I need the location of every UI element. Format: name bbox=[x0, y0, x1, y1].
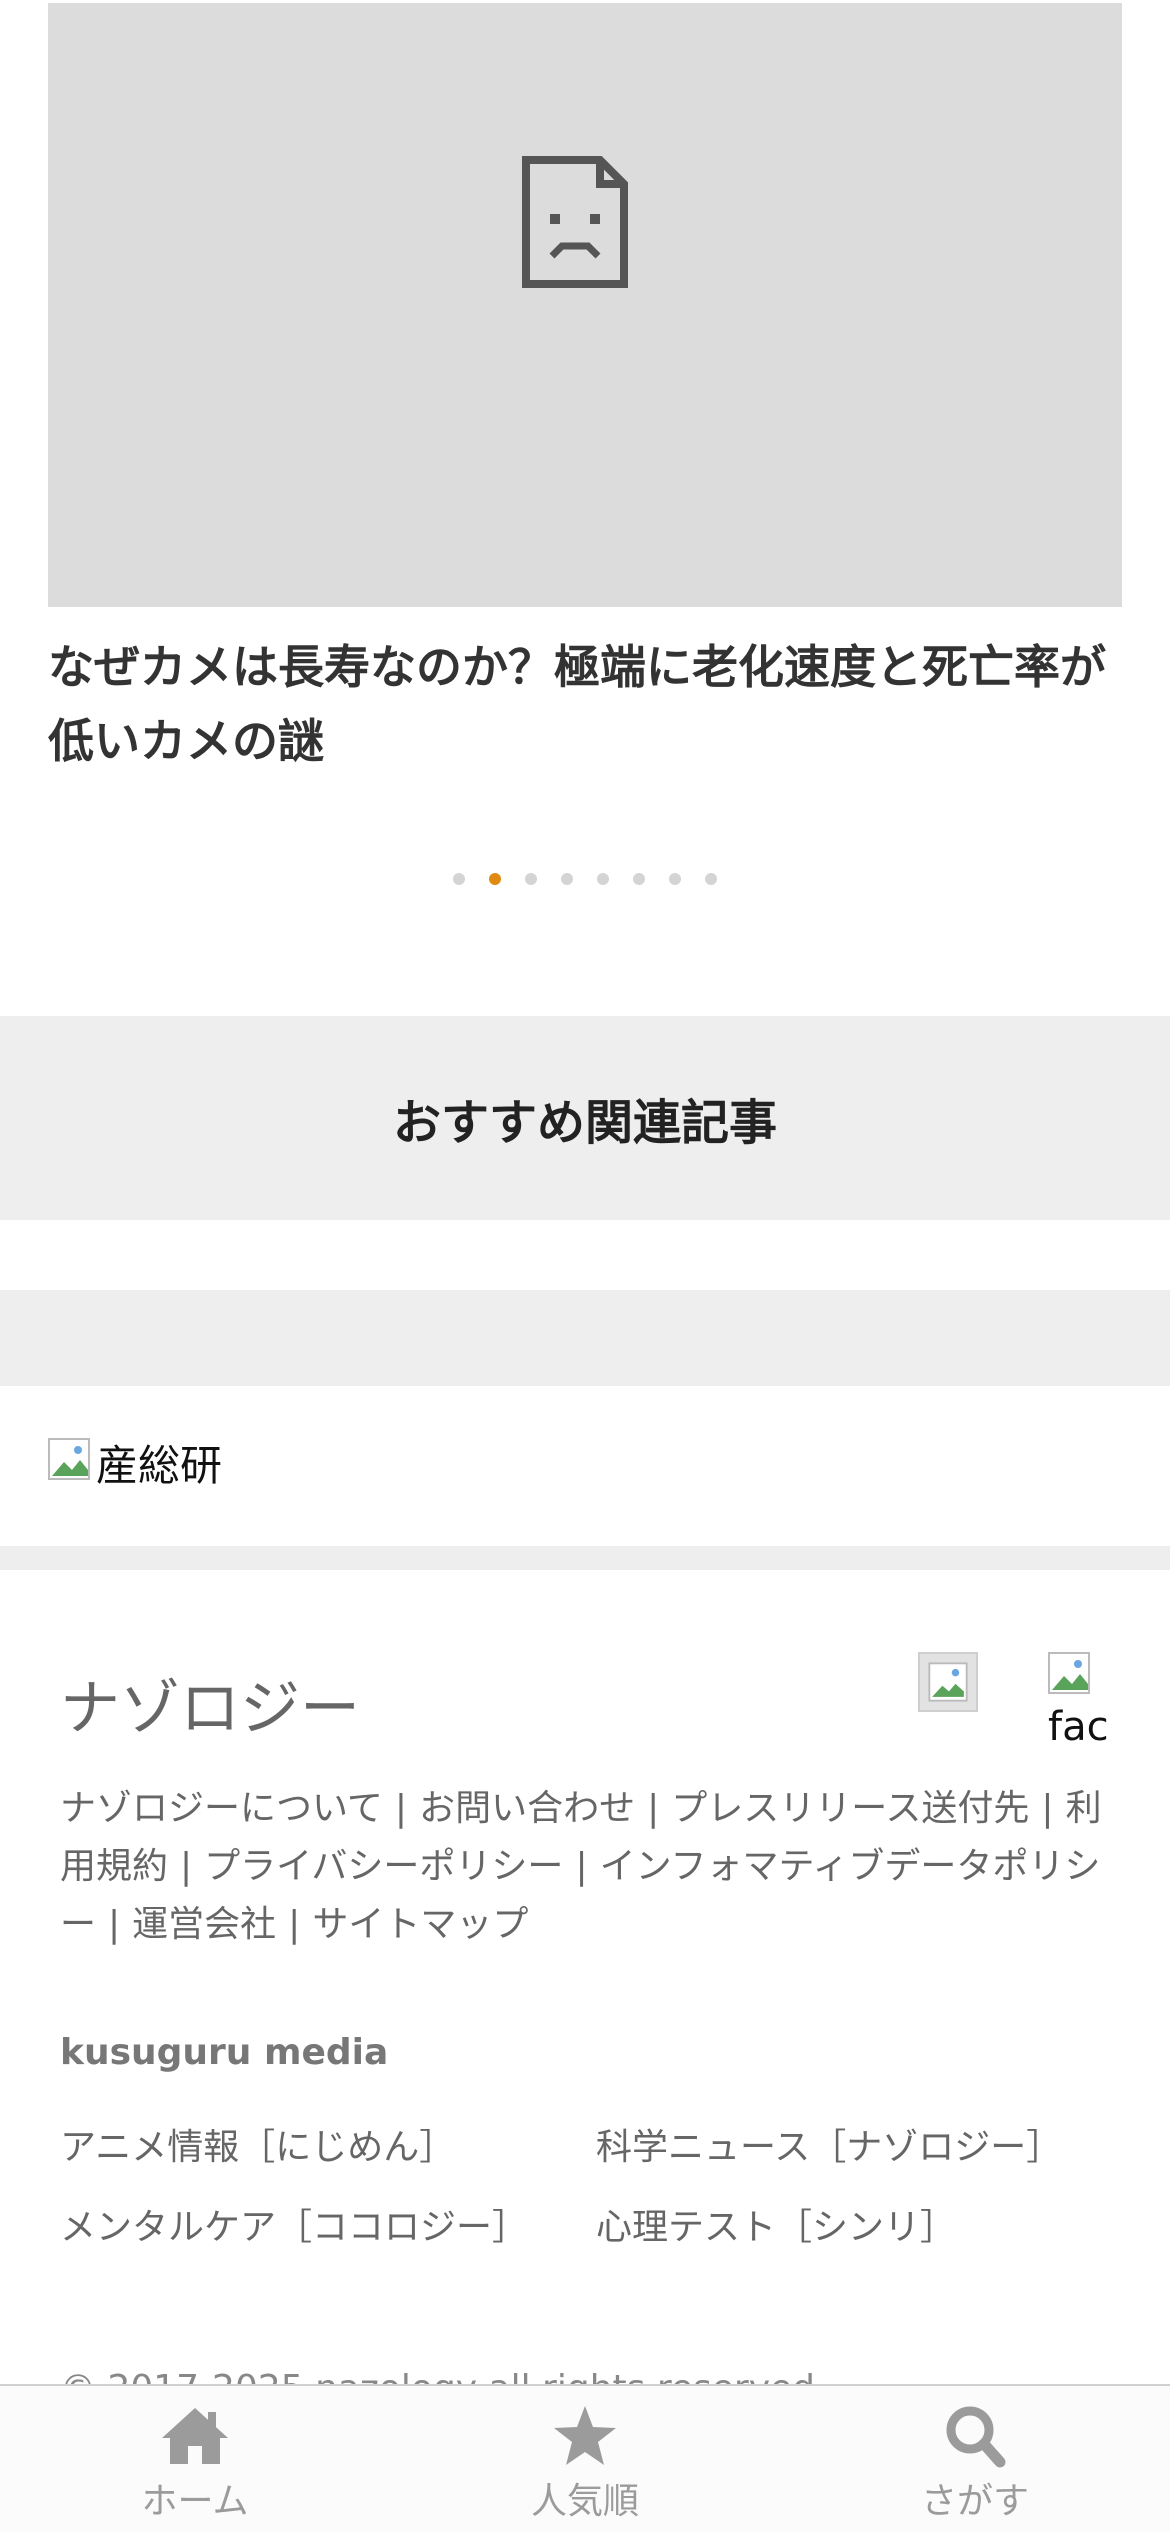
search-icon bbox=[946, 2406, 1006, 2468]
media-link-cocology[interactable]: メンタルケア［ココロジー］ bbox=[60, 2206, 596, 2250]
carousel-dot[interactable] bbox=[597, 873, 609, 885]
tab-popular[interactable]: 人気順 bbox=[390, 2386, 780, 2532]
tab-home-label: ホーム bbox=[141, 2481, 249, 2522]
carousel-dot[interactable] bbox=[489, 873, 501, 885]
social-link-facebook[interactable]: fac bbox=[1048, 1652, 1109, 1752]
article-title[interactable]: なぜカメは長寿なのか？極端に老化速度と死亡率が低いカメの謎 bbox=[48, 630, 1128, 778]
tab-search[interactable]: さがす bbox=[780, 2386, 1170, 2532]
tab-popular-label: 人気順 bbox=[530, 2481, 639, 2522]
carousel-dot[interactable] bbox=[453, 873, 465, 885]
social-link-1[interactable] bbox=[918, 1652, 978, 1712]
carousel-dot[interactable] bbox=[525, 873, 537, 885]
star-icon bbox=[554, 2406, 616, 2465]
media-link-nazology[interactable]: 科学ニュース［ナゾロジー］ bbox=[596, 2126, 1110, 2170]
footer-link-contact[interactable]: お問い合わせ bbox=[419, 1788, 635, 1829]
facebook-alt-text: fac bbox=[1048, 1704, 1109, 1750]
carousel-dot[interactable] bbox=[561, 873, 573, 885]
broken-image-icon bbox=[1048, 1652, 1090, 1694]
empty-band bbox=[0, 1290, 1170, 1386]
footer-link-press[interactable]: プレスリリース送付先 bbox=[671, 1788, 1029, 1829]
sponsor-label: 産総研 bbox=[96, 1440, 223, 1490]
site-logo[interactable]: ナゾロジー bbox=[60, 1660, 360, 1747]
media-link-shinri[interactable]: 心理テスト［シンリ］ bbox=[596, 2206, 1110, 2250]
tab-search-label: さがす bbox=[920, 2481, 1029, 2522]
tab-home[interactable]: ホーム bbox=[0, 2386, 390, 2532]
media-links: アニメ情報［にじめん］ 科学ニュース［ナゾロジー］ メンタルケア［ココロジー］ … bbox=[60, 2126, 1110, 2250]
footer-link-about[interactable]: ナゾロジーについて bbox=[60, 1788, 383, 1829]
carousel-dot[interactable] bbox=[669, 873, 681, 885]
divider-band bbox=[0, 1546, 1170, 1570]
footer-links: ナゾロジーについて | お問い合わせ | プレスリリース送付先 | 利用規約 | プライバシーポ… bbox=[60, 1788, 1102, 1945]
carousel-pagination bbox=[0, 873, 1170, 885]
media-link-nijimen[interactable]: アニメ情報［にじめん］ bbox=[60, 2126, 596, 2170]
broken-image-icon bbox=[928, 1662, 968, 1702]
sponsor-banner[interactable]: 産総研 bbox=[48, 1430, 222, 1494]
broken-image-icon bbox=[48, 1438, 96, 1486]
footer-link-company[interactable]: 運営会社 bbox=[132, 1904, 276, 1945]
footer-link-sitemap[interactable]: サイトマップ bbox=[312, 1904, 528, 1945]
article-image[interactable] bbox=[48, 3, 1122, 607]
carousel-dot[interactable] bbox=[633, 873, 645, 885]
bottom-tab-bar: ホーム 人気順 さがす bbox=[0, 2384, 1170, 2532]
media-heading: kusuguru media bbox=[60, 2032, 389, 2073]
related-section-header: おすすめ関連記事 bbox=[0, 1016, 1170, 1220]
carousel-dot[interactable] bbox=[705, 873, 717, 885]
home-icon bbox=[162, 2408, 228, 2464]
footer-link-privacy[interactable]: プライバシーポリシー bbox=[204, 1846, 563, 1887]
broken-document-icon bbox=[522, 156, 628, 288]
related-title: おすすめ関連記事 bbox=[392, 1095, 777, 1151]
